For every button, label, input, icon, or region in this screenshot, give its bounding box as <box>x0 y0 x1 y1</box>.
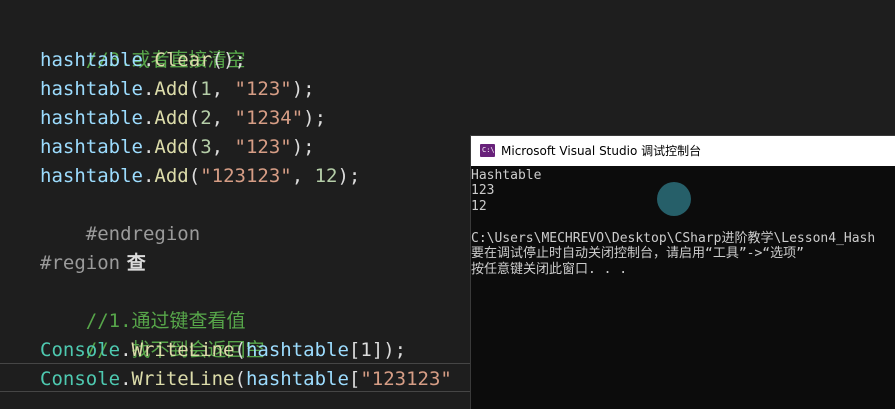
method: WriteLine <box>131 339 235 361</box>
dot: . <box>120 368 132 390</box>
punct: ); <box>291 136 315 158</box>
punct: , <box>211 136 235 158</box>
method: Add <box>154 136 189 158</box>
string: "123" <box>234 136 292 158</box>
method: Add <box>154 107 189 129</box>
punct: ( <box>188 136 201 158</box>
code-line-5[interactable]: hashtable.Add(3, "123"); <box>40 133 315 162</box>
number: 1 <box>200 78 212 100</box>
code-line-9[interactable]: #region 查 <box>40 249 146 278</box>
class-name: Console <box>40 339 121 361</box>
punct: ( <box>188 165 201 187</box>
preprocessor-directive: #region <box>40 252 121 274</box>
variable: hashtable <box>245 368 349 390</box>
console-title: Microsoft Visual Studio 调试控制台 <box>501 144 702 158</box>
code-line-1[interactable]: //3.或者直接清空 <box>40 17 246 71</box>
method: Add <box>154 165 189 187</box>
string: "123123" <box>200 165 292 187</box>
console-output-line-7: 按任意键关闭此窗口. . . <box>471 262 628 277</box>
dot: . <box>142 78 155 100</box>
number: 3 <box>200 136 212 158</box>
cursor-highlight <box>657 182 691 216</box>
editor-gutter <box>0 0 14 409</box>
punct: , <box>211 107 235 129</box>
punct: ); <box>337 165 361 187</box>
dot: . <box>142 107 155 129</box>
code-line-10[interactable]: //1.通过键查看值 <box>40 278 246 332</box>
variable: hashtable <box>40 78 143 100</box>
variable: hashtable <box>40 49 143 71</box>
console-output-line-6: 要在调试停止时自动关闭控制台，请启用“工具”->“选项” <box>471 246 804 261</box>
dot: . <box>142 165 155 187</box>
punct: , <box>291 165 315 187</box>
console-output-line-2: 123 <box>471 183 495 198</box>
variable: hashtable <box>40 165 143 187</box>
punct: ); <box>291 78 315 100</box>
variable: hashtable <box>40 136 143 158</box>
number: 2 <box>200 107 212 129</box>
variable: hashtable <box>40 107 143 129</box>
string: "123123" <box>360 368 452 390</box>
dot: . <box>142 136 155 158</box>
method: Clear <box>154 49 212 71</box>
code-line-7[interactable]: #endregion <box>40 191 200 245</box>
method: Add <box>154 78 189 100</box>
console-titlebar[interactable]: C:\ Microsoft Visual Studio 调试控制台 <box>471 136 895 166</box>
punct: ); <box>303 107 327 129</box>
punct: , <box>211 78 235 100</box>
string: "123" <box>234 78 292 100</box>
vs-console-icon: C:\ <box>480 144 495 157</box>
code-line-11[interactable]: // 找不到会返回空 <box>40 307 265 361</box>
string: "1234" <box>234 107 304 129</box>
dot: . <box>142 49 155 71</box>
console-output-line-5: C:\Users\MECHREVO\Desktop\CSharp进阶教学\Les… <box>471 231 876 246</box>
punct: ( <box>234 339 246 361</box>
variable: hashtable <box>245 339 349 361</box>
code-line-3[interactable]: hashtable.Add(1, "123"); <box>40 75 315 104</box>
punct: [1] <box>348 339 384 361</box>
code-line-13[interactable]: Console.WriteLine(hashtable["123123" <box>40 365 452 394</box>
code-line-12[interactable]: Console.WriteLine(hashtable[1]); <box>40 336 406 365</box>
punct: ( <box>188 107 201 129</box>
punct: (); <box>211 49 246 71</box>
dot: . <box>120 339 132 361</box>
code-line-2[interactable]: hashtable.Clear(); <box>40 46 246 75</box>
punct: ); <box>383 339 407 361</box>
region-name: 查 <box>120 252 146 274</box>
number: 12 <box>314 165 338 187</box>
code-line-6[interactable]: hashtable.Add("123123", 12); <box>40 162 360 191</box>
preprocessor-directive: #endregion <box>85 223 201 245</box>
punct: ( <box>234 368 246 390</box>
console-output-line-1: Hashtable <box>471 168 542 183</box>
console-output-line-3: 12 <box>471 199 487 214</box>
punct: ( <box>188 78 201 100</box>
code-line-4[interactable]: hashtable.Add(2, "1234"); <box>40 104 326 133</box>
debug-console-window[interactable]: C:\ Microsoft Visual Studio 调试控制台 Hashta… <box>471 136 895 409</box>
punct: [ <box>348 368 361 390</box>
method: WriteLine <box>131 368 235 390</box>
class-name: Console <box>40 368 121 390</box>
